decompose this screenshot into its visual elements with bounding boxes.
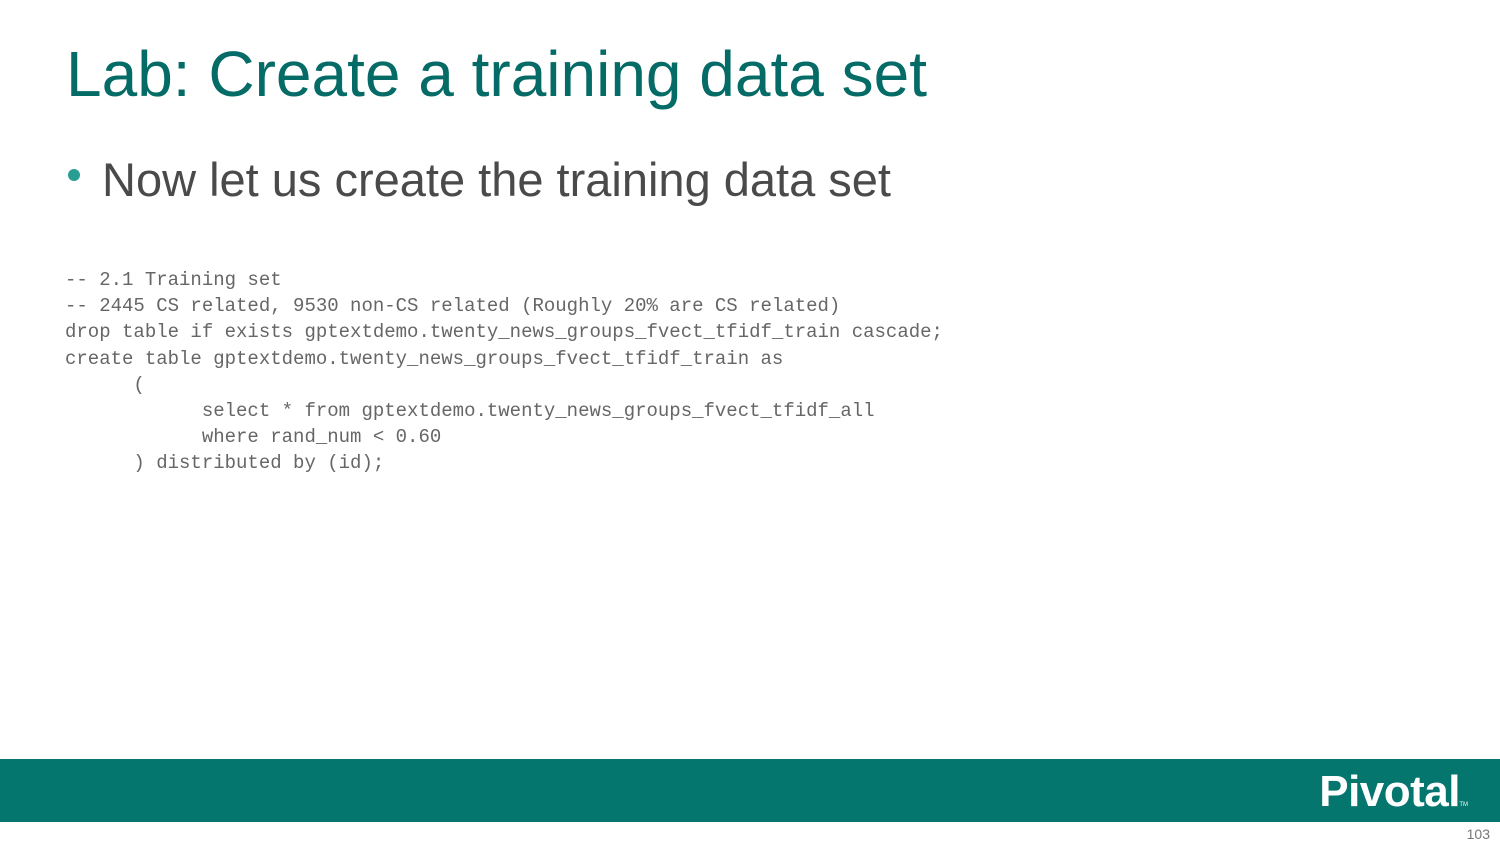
code-line: ( bbox=[65, 373, 145, 396]
sql-code-block: -- 2.1 Training set -- 2445 CS related, 9… bbox=[65, 267, 943, 477]
pivotal-logo: Pivotal bbox=[1319, 767, 1460, 816]
bullet-item: Now let us create the training data set bbox=[68, 148, 891, 212]
slide: Lab: Create a training data set Now let … bbox=[0, 0, 1500, 843]
code-line: create table gptextdemo.twenty_news_grou… bbox=[65, 347, 784, 370]
bullet-text: Now let us create the training data set bbox=[102, 153, 891, 206]
bullet-list: Now let us create the training data set bbox=[68, 148, 891, 212]
code-line: where rand_num < 0.60 bbox=[65, 426, 442, 449]
logo-trademark: TM bbox=[1459, 802, 1468, 808]
footer-band: Pivotal TM bbox=[0, 759, 1500, 822]
code-line: ) distributed by (id); bbox=[65, 452, 385, 475]
bullet-dot-icon bbox=[68, 169, 80, 181]
code-line: -- 2445 CS related, 9530 non-CS related … bbox=[65, 295, 841, 318]
code-line: -- 2.1 Training set bbox=[65, 269, 282, 291]
page-number: 103 bbox=[1466, 826, 1490, 842]
code-line: drop table if exists gptextdemo.twenty_n… bbox=[65, 321, 943, 344]
code-line: select * from gptextdemo.twenty_news_gro… bbox=[65, 399, 875, 422]
slide-title: Lab: Create a training data set bbox=[66, 38, 927, 110]
